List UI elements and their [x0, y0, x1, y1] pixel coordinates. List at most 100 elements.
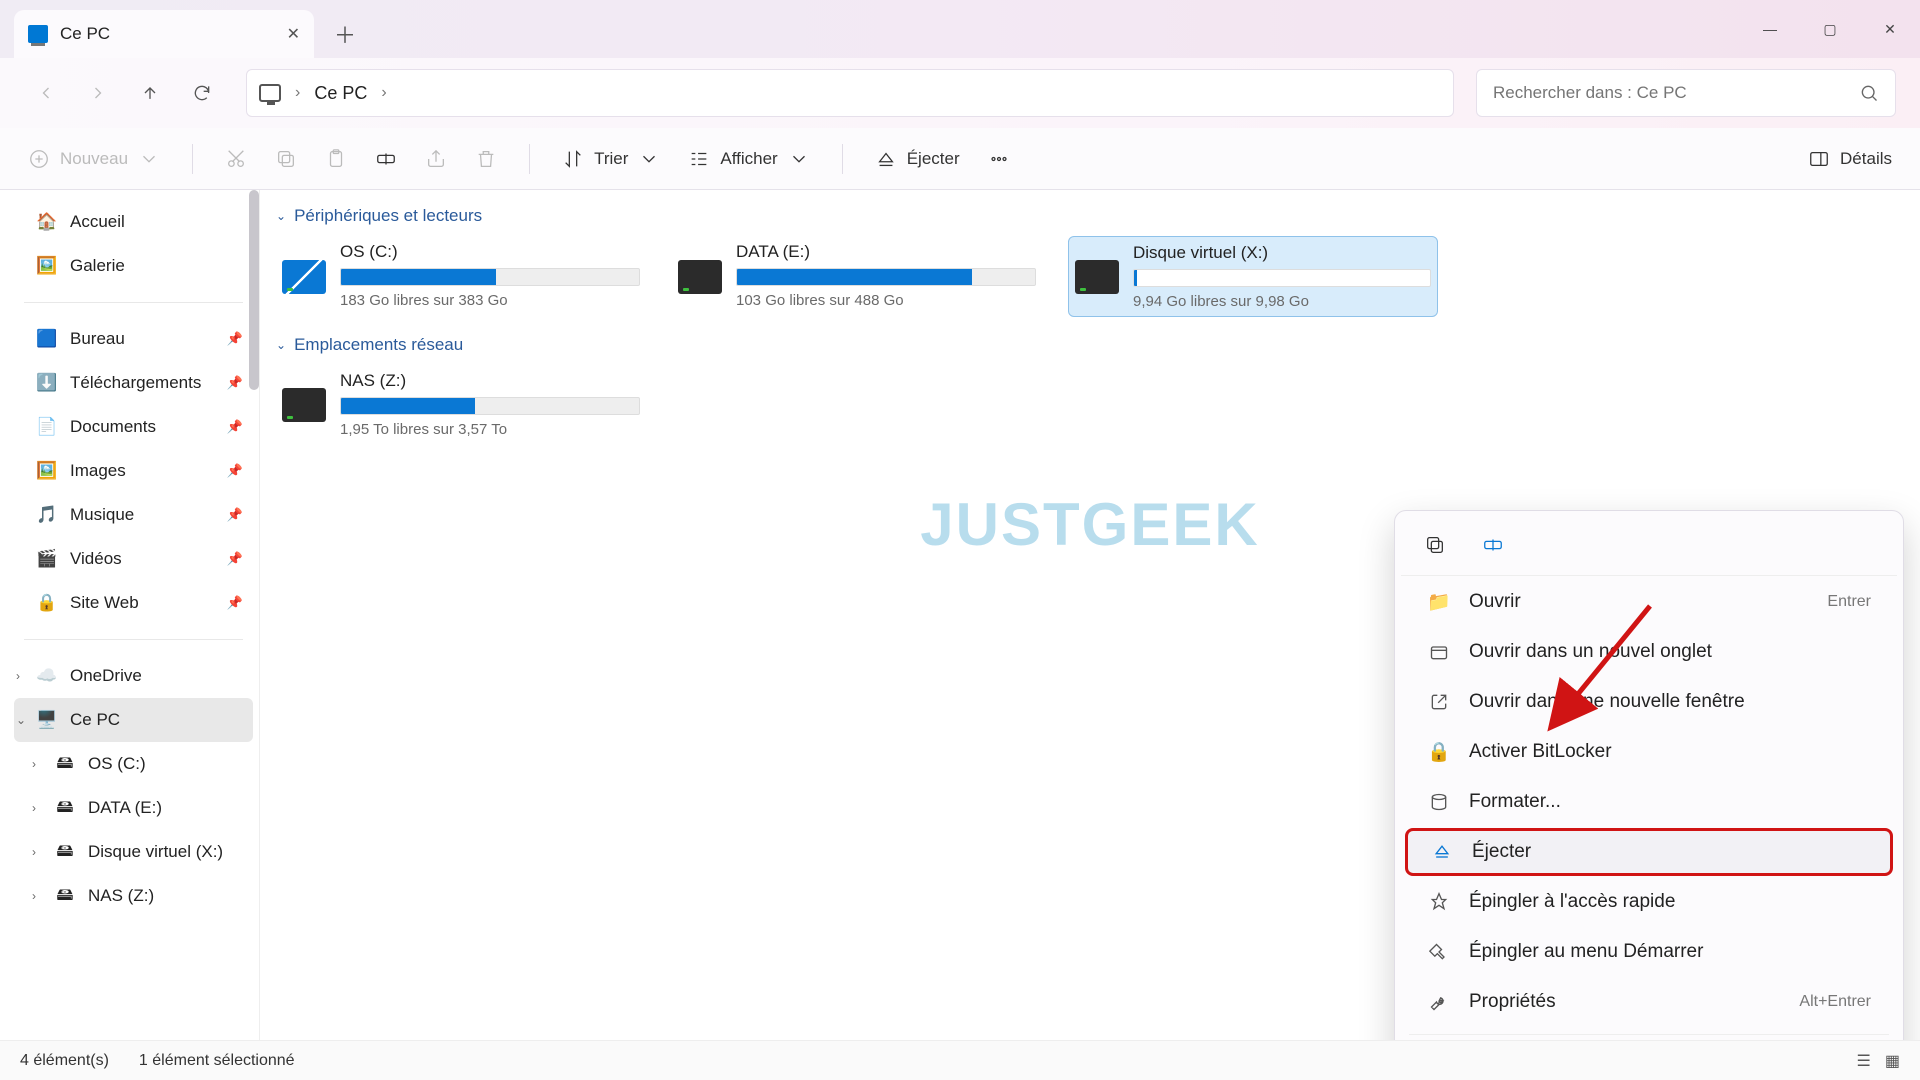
chevron-right-icon[interactable]: ›: [32, 889, 36, 903]
address-bar[interactable]: › Ce PC ›: [246, 69, 1454, 117]
nas-icon: [282, 388, 326, 422]
drive-icon: 🖴: [54, 797, 76, 819]
close-window-button[interactable]: ✕: [1860, 4, 1920, 54]
nav-bar: › Ce PC ›: [0, 58, 1920, 128]
drive-capacity-bar: [1133, 269, 1431, 287]
drive-vdisk[interactable]: Disque virtuel (X:) 9,94 Go libres sur 9…: [1068, 236, 1438, 317]
chevron-right-icon[interactable]: ›: [32, 845, 36, 859]
refresh-button[interactable]: [180, 71, 224, 115]
sidebar-item-gallery[interactable]: 🖼️Galerie: [14, 244, 253, 288]
drive-freespace: 103 Go libres sur 488 Go: [736, 292, 1036, 309]
details-pane-button[interactable]: Détails: [1804, 142, 1896, 176]
ctx-item-label: Ouvrir dans une nouvelle fenêtre: [1469, 691, 1745, 713]
ctx-copy-button[interactable]: [1419, 529, 1451, 561]
sidebar-item-desktop[interactable]: 🟦Bureau📌: [14, 317, 253, 361]
sidebar-item-drive-os[interactable]: ›🖴OS (C:): [14, 742, 253, 786]
drive-freespace: 9,94 Go libres sur 9,98 Go: [1133, 293, 1431, 310]
sort-label: Trier: [594, 149, 628, 169]
scrollbar-thumb[interactable]: [249, 190, 259, 390]
section-devices[interactable]: ⌄Périphériques et lecteurs: [276, 206, 1904, 226]
view-list-icon[interactable]: ☰: [1857, 1051, 1871, 1071]
cut-button[interactable]: [221, 142, 251, 176]
sort-button[interactable]: Trier: [558, 142, 664, 176]
sidebar-item-drive-vdisk[interactable]: ›🖴Disque virtuel (X:): [14, 830, 253, 874]
eject-label: Éjecter: [907, 149, 960, 169]
sidebar-item-documents[interactable]: 📄Documents📌: [14, 405, 253, 449]
rename-button[interactable]: [371, 142, 401, 176]
lock-icon: 🔒: [36, 592, 58, 614]
paste-button[interactable]: [321, 142, 351, 176]
share-button[interactable]: [421, 142, 451, 176]
view-grid-icon[interactable]: ▦: [1885, 1051, 1900, 1071]
sidebar-item-label: Images: [70, 461, 126, 481]
sidebar-item-home[interactable]: 🏠Accueil: [14, 200, 253, 244]
sidebar-item-label: Documents: [70, 417, 156, 437]
sidebar-item-drive-data[interactable]: ›🖴DATA (E:): [14, 786, 253, 830]
ctx-item-pin-quick[interactable]: Épingler à l'accès rapide: [1405, 878, 1893, 926]
drive-data[interactable]: DATA (E:) 103 Go libres sur 488 Go: [672, 236, 1042, 317]
chevron-right-icon[interactable]: ›: [16, 669, 20, 683]
ctx-item-label: Éjecter: [1472, 841, 1531, 863]
search-box[interactable]: [1476, 69, 1896, 117]
pin-icon: 📌: [227, 595, 243, 611]
close-tab-icon[interactable]: ✕: [287, 24, 300, 44]
back-button[interactable]: [24, 71, 68, 115]
sidebar-item-onedrive[interactable]: ›☁️OneDrive: [14, 654, 253, 698]
drive-capacity-bar: [736, 268, 1036, 286]
ctx-item-properties[interactable]: PropriétésAlt+Entrer: [1405, 978, 1893, 1026]
ctx-item-eject[interactable]: Éjecter: [1405, 828, 1893, 876]
chevron-right-icon[interactable]: ›: [32, 757, 36, 771]
section-network[interactable]: ⌄Emplacements réseau: [276, 335, 1904, 355]
drive-os[interactable]: OS (C:) 183 Go libres sur 383 Go: [276, 236, 646, 317]
chevron-down-icon[interactable]: ⌄: [16, 713, 26, 727]
sidebar-item-this-pc[interactable]: ⌄🖥️Ce PC: [14, 698, 253, 742]
more-button[interactable]: [984, 142, 1014, 176]
tab-this-pc[interactable]: Ce PC ✕: [14, 10, 314, 58]
external-icon: [1427, 690, 1451, 714]
copy-button[interactable]: [271, 142, 301, 176]
ctx-item-open-tab[interactable]: Ouvrir dans un nouvel onglet: [1405, 628, 1893, 676]
view-button[interactable]: Afficher: [684, 142, 813, 176]
pin-icon: 📌: [227, 419, 243, 435]
breadcrumb-root[interactable]: Ce PC: [314, 83, 367, 104]
new-tab-button[interactable]: ＋: [334, 18, 356, 50]
monitor-icon: [259, 84, 281, 102]
minimize-button[interactable]: —: [1740, 4, 1800, 54]
sidebar-item-pictures[interactable]: 🖼️Images📌: [14, 449, 253, 493]
ctx-item-open[interactable]: 📁OuvrirEntrer: [1405, 578, 1893, 626]
context-menu: 📁OuvrirEntrer Ouvrir dans un nouvel ongl…: [1394, 510, 1904, 1040]
downloads-icon: ⬇️: [36, 372, 58, 394]
drive-icon: 🖴: [54, 841, 76, 863]
chevron-right-icon[interactable]: ›: [32, 801, 36, 815]
search-input[interactable]: [1493, 83, 1859, 103]
videos-icon: 🎬: [36, 548, 58, 570]
chevron-down-icon: ⌄: [276, 209, 286, 223]
ctx-item-label: Épingler à l'accès rapide: [1469, 891, 1675, 913]
ctx-item-pin-start[interactable]: Épingler au menu Démarrer: [1405, 928, 1893, 976]
sidebar-item-music[interactable]: 🎵Musique📌: [14, 493, 253, 537]
sidebar-item-label: Téléchargements: [70, 373, 201, 393]
sidebar-item-label: Bureau: [70, 329, 125, 349]
sidebar-item-website[interactable]: 🔒Site Web📌: [14, 581, 253, 625]
sidebar: 🏠Accueil 🖼️Galerie 🟦Bureau📌 ⬇️ Télécharge…: [0, 190, 260, 1040]
drive-nas[interactable]: NAS (Z:) 1,95 To libres sur 3,57 To: [276, 365, 646, 444]
up-button[interactable]: [128, 71, 172, 115]
pictures-icon: 🖼️: [36, 460, 58, 482]
eject-button[interactable]: Éjecter: [871, 142, 964, 176]
sidebar-item-videos[interactable]: 🎬Vidéos📌: [14, 537, 253, 581]
new-button[interactable]: Nouveau: [24, 142, 164, 176]
drive-freespace: 183 Go libres sur 383 Go: [340, 292, 640, 309]
sidebar-item-downloads[interactable]: ⬇️Téléchargements📌: [14, 361, 253, 405]
drive-icon: [1075, 260, 1119, 294]
delete-button[interactable]: [471, 142, 501, 176]
ctx-item-open-window[interactable]: Ouvrir dans une nouvelle fenêtre: [1405, 678, 1893, 726]
ctx-rename-button[interactable]: [1477, 529, 1509, 561]
maximize-button[interactable]: ▢: [1800, 4, 1860, 54]
monitor-icon: 🖥️: [36, 709, 58, 731]
forward-button[interactable]: [76, 71, 120, 115]
ctx-item-format[interactable]: Formater...: [1405, 778, 1893, 826]
separator: [24, 302, 243, 303]
ctx-item-bitlocker[interactable]: 🔒Activer BitLocker: [1405, 728, 1893, 776]
sidebar-item-drive-nas[interactable]: ›🖴NAS (Z:): [14, 874, 253, 918]
chevron-down-icon: ⌄: [276, 338, 286, 352]
